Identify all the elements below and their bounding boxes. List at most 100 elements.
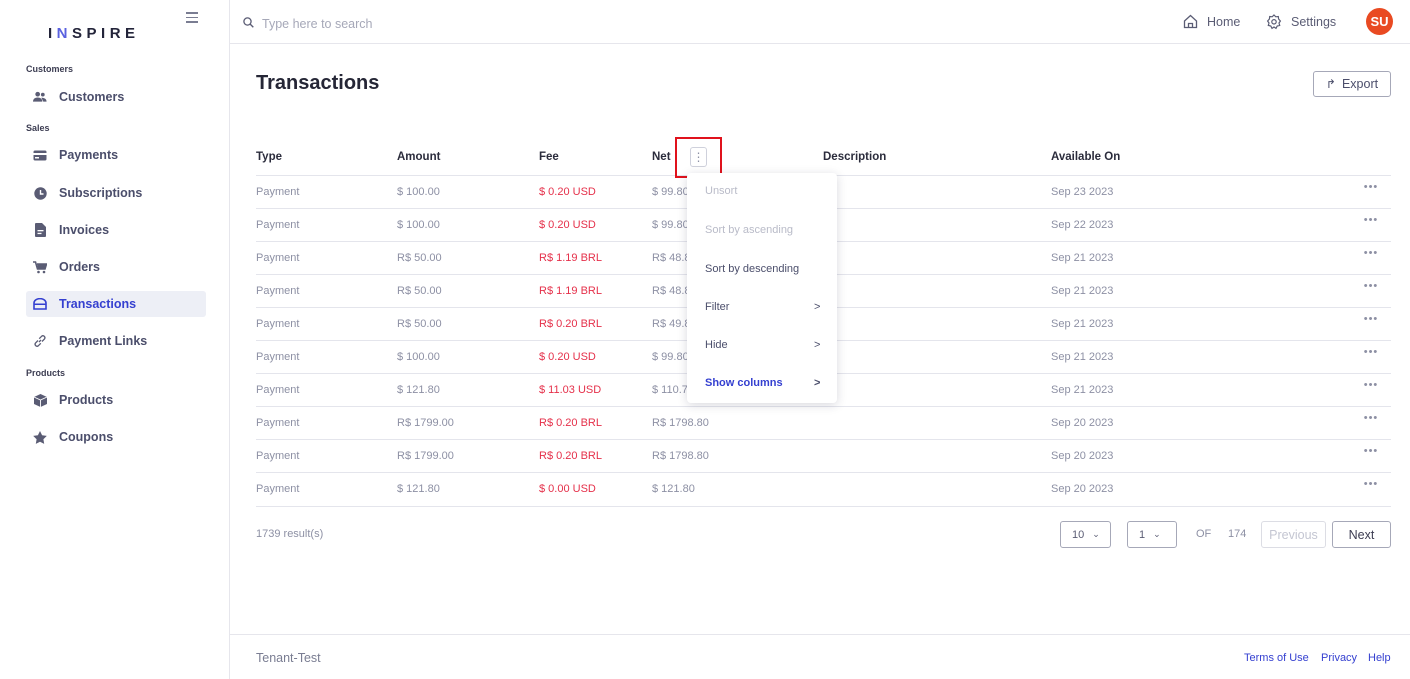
column-header-type[interactable]: Type <box>256 151 282 163</box>
cell-net: $ 99.80 <box>652 186 689 198</box>
column-header-description[interactable]: Description <box>823 151 886 163</box>
row-more-icon[interactable]: ••• <box>1356 346 1386 366</box>
menu-item-sort-descending[interactable]: Sort by descending <box>687 251 837 287</box>
home-link[interactable]: Home <box>1183 14 1240 29</box>
of-label: OF <box>1196 528 1212 540</box>
menu-item-label: Sort by descending <box>705 263 800 275</box>
section-label-products: Products <box>26 368 66 378</box>
cell-amount: $ 100.00 <box>397 186 440 198</box>
sidebar-item-label: Coupons <box>59 430 114 444</box>
sidebar-item-label: Customers <box>59 90 125 104</box>
star-icon <box>33 430 47 444</box>
page-size-select[interactable]: 10 ⌄ <box>1060 521 1111 548</box>
avatar[interactable]: SU <box>1366 8 1393 35</box>
logo-part: SPIRE <box>72 25 140 42</box>
sidebar-item-subscriptions[interactable]: Subscriptions <box>26 180 206 206</box>
table-row[interactable]: Payment R$ 1799.00 R$ 0.20 BRL R$ 1798.8… <box>256 439 1391 472</box>
cell-fee: R$ 0.20 BRL <box>539 417 602 429</box>
sidebar-item-invoices[interactable]: Invoices <box>26 217 206 243</box>
table-row[interactable]: Payment $ 121.80 $ 0.00 USD $ 121.80 Sep… <box>256 472 1391 505</box>
sidebar-item-products[interactable]: Products <box>26 387 206 413</box>
clock-icon <box>33 186 47 200</box>
logo-row: INSPIRE <box>0 0 229 44</box>
settings-link[interactable]: Settings <box>1266 14 1336 30</box>
home-label: Home <box>1207 14 1241 29</box>
cell-net: R$ 48.8 <box>652 252 691 264</box>
sidebar-item-payments[interactable]: Payments <box>26 142 206 168</box>
cell-available-on: Sep 21 2023 <box>1051 318 1114 330</box>
sidebar-item-label: Subscriptions <box>59 186 143 200</box>
row-more-icon[interactable]: ••• <box>1356 247 1386 267</box>
previous-button[interactable]: Previous <box>1261 521 1326 548</box>
cell-amount: $ 121.80 <box>397 384 440 396</box>
cell-fee: $ 0.00 USD <box>539 483 596 495</box>
column-header-fee[interactable]: Fee <box>539 151 559 163</box>
sidebar-item-label: Transactions <box>59 297 137 311</box>
sidebar-item-payment-links[interactable]: Payment Links <box>26 328 206 354</box>
cell-available-on: Sep 21 2023 <box>1051 384 1114 396</box>
row-more-icon[interactable]: ••• <box>1356 412 1386 432</box>
sidebar-item-orders[interactable]: Orders <box>26 254 206 280</box>
cell-fee: $ 0.20 USD <box>539 219 596 231</box>
sidebar-item-transactions[interactable]: Transactions <box>26 291 206 317</box>
cell-net: $ 99.80 <box>652 219 689 231</box>
row-more-icon[interactable]: ••• <box>1356 313 1386 333</box>
search-input[interactable] <box>262 17 562 31</box>
cell-amount: $ 100.00 <box>397 219 440 231</box>
menu-item-label: Filter <box>705 301 730 313</box>
menu-item-show-columns[interactable]: Show columns > <box>687 365 837 401</box>
terms-link[interactable]: Terms of Use <box>1244 652 1309 664</box>
export-button[interactable]: ↱ Export <box>1313 71 1391 97</box>
logo-accent: N <box>56 25 73 42</box>
column-header-available-on[interactable]: Available On <box>1051 151 1120 163</box>
page-number-value: 1 <box>1139 528 1146 541</box>
row-more-icon[interactable]: ••• <box>1356 181 1386 201</box>
cell-fee: $ 11.03 USD <box>539 384 602 396</box>
chevron-down-icon: ⌄ <box>1153 529 1161 539</box>
menu-toggle-icon[interactable] <box>186 12 198 23</box>
chevron-right-icon: > <box>814 377 821 389</box>
cell-available-on: Sep 22 2023 <box>1051 219 1114 231</box>
credit-card-icon <box>33 148 47 162</box>
home-icon <box>1183 14 1198 29</box>
search-bar <box>243 15 562 33</box>
cell-type: Payment <box>256 219 300 231</box>
help-link[interactable]: Help <box>1368 652 1391 664</box>
row-more-icon[interactable]: ••• <box>1356 445 1386 465</box>
sidebar-item-label: Payment Links <box>59 334 148 348</box>
cell-available-on: Sep 21 2023 <box>1051 285 1114 297</box>
search-icon <box>243 15 254 33</box>
settings-label: Settings <box>1291 15 1337 29</box>
cell-amount: $ 100.00 <box>397 351 440 363</box>
privacy-link[interactable]: Privacy <box>1321 652 1357 664</box>
row-more-icon[interactable]: ••• <box>1356 478 1386 498</box>
results-count: 1739 result(s) <box>256 528 324 540</box>
box-icon <box>33 393 47 407</box>
row-more-icon[interactable]: ••• <box>1356 214 1386 234</box>
column-menu-dropdown: Unsort Sort by ascending Sort by descend… <box>687 173 837 403</box>
menu-item-filter[interactable]: Filter > <box>687 289 837 325</box>
cell-type: Payment <box>256 417 300 429</box>
cell-type: Payment <box>256 318 300 330</box>
chevron-right-icon: > <box>814 339 821 351</box>
row-more-icon[interactable]: ••• <box>1356 379 1386 399</box>
table-row[interactable]: Payment R$ 1799.00 R$ 0.20 BRL R$ 1798.8… <box>256 406 1391 439</box>
share-arrow-icon: ↱ <box>1325 77 1336 91</box>
sidebar-item-coupons[interactable]: Coupons <box>26 424 206 450</box>
cell-available-on: Sep 20 2023 <box>1051 450 1114 462</box>
page-number-select[interactable]: 1 ⌄ <box>1127 521 1177 548</box>
column-menu-button[interactable]: ⋮ <box>690 147 707 167</box>
sidebar-item-customers[interactable]: Customers <box>26 84 206 110</box>
column-header-amount[interactable]: Amount <box>397 151 440 163</box>
next-button[interactable]: Next <box>1332 521 1391 548</box>
row-more-icon[interactable]: ••• <box>1356 280 1386 300</box>
column-header-net[interactable]: Net <box>652 151 671 163</box>
wallet-icon <box>33 297 47 311</box>
cell-type: Payment <box>256 351 300 363</box>
chevron-down-icon: ⌄ <box>1092 529 1100 539</box>
sidebar: INSPIRE Customers Customers Sales Paymen… <box>0 0 230 679</box>
menu-item-hide[interactable]: Hide > <box>687 327 837 363</box>
page-size-value: 10 <box>1072 528 1085 541</box>
logo-part: I <box>48 25 57 42</box>
cell-net: R$ 1798.80 <box>652 417 709 429</box>
